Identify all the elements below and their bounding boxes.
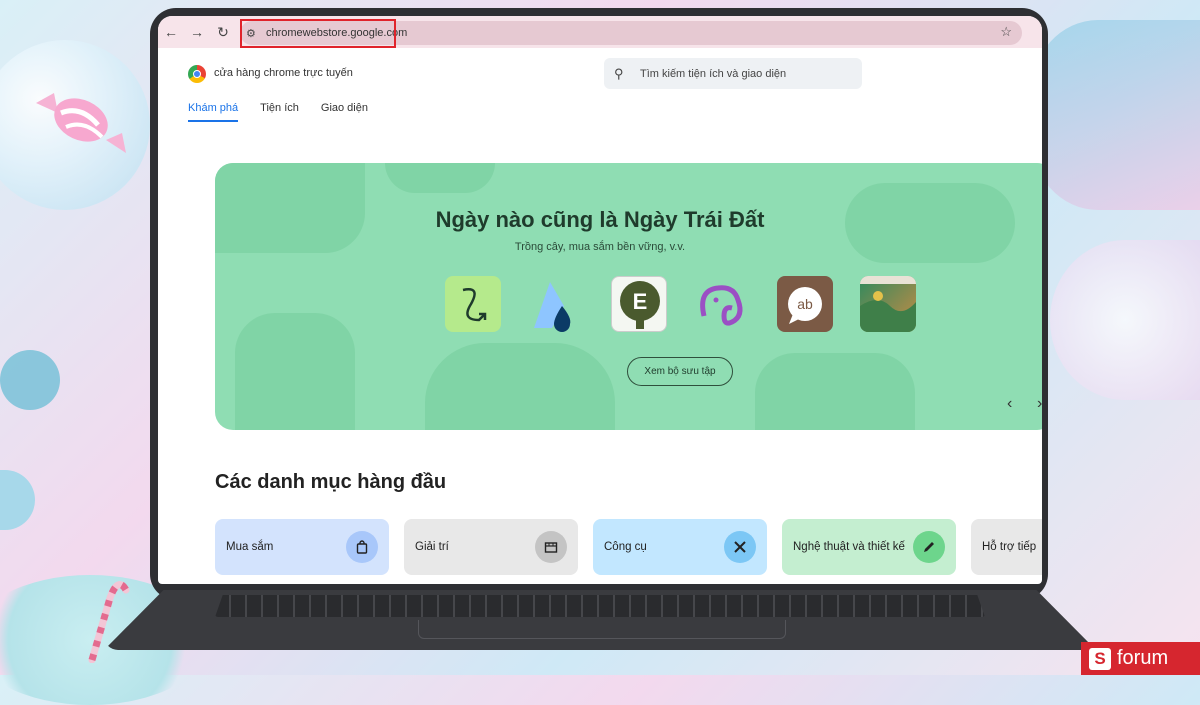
elephant-app-icon[interactable] bbox=[694, 276, 750, 332]
browser-screen: ← → ↻ ⚙ chromewebstore.google.com ☆ cửa … bbox=[158, 16, 1042, 584]
forward-icon[interactable]: → bbox=[184, 24, 210, 40]
tab-extensions[interactable]: Tiện ích bbox=[260, 102, 299, 122]
puzzle-shape bbox=[755, 353, 915, 430]
category-label: Mua sắm bbox=[226, 541, 274, 553]
nature-photo-app-icon[interactable] bbox=[860, 276, 916, 332]
search-placeholder: Tìm kiếm tiện ích và giao diện bbox=[640, 67, 787, 80]
film-icon bbox=[535, 531, 567, 563]
view-collection-button[interactable]: Xem bộ sưu tập bbox=[627, 357, 733, 386]
back-icon[interactable]: ← bbox=[158, 24, 184, 40]
tree-e-letter: E bbox=[633, 289, 648, 314]
sforum-watermark: S forum bbox=[1081, 642, 1200, 675]
tab-themes[interactable]: Giao diện bbox=[321, 102, 368, 122]
categories-heading: Các danh mục hàng đầu bbox=[215, 471, 447, 493]
shopping-bag-icon bbox=[346, 531, 378, 563]
tree-e-app-icon[interactable]: E bbox=[611, 276, 667, 332]
chrome-web-store-logo[interactable] bbox=[188, 65, 206, 83]
ab-speech-app-icon[interactable]: ab bbox=[777, 276, 833, 332]
puzzle-shape bbox=[425, 343, 615, 430]
swirl-arrow-app-icon[interactable] bbox=[445, 276, 501, 332]
laptop-trackpad bbox=[418, 620, 786, 639]
pencil-icon bbox=[913, 531, 945, 563]
category-art-design[interactable]: Nghệ thuật và thiết kế bbox=[782, 519, 956, 575]
tools-icon bbox=[724, 531, 756, 563]
sforum-logo-letter: S bbox=[1089, 647, 1111, 670]
search-icon: ⚲ bbox=[614, 65, 624, 81]
puzzle-shape bbox=[385, 163, 495, 193]
category-tools[interactable]: Công cụ bbox=[593, 519, 767, 575]
background-lollipop bbox=[0, 350, 60, 410]
candy-decoration bbox=[36, 93, 126, 153]
water-drop-app-icon[interactable] bbox=[528, 276, 584, 332]
category-label: Nghệ thuật và thiết kế bbox=[793, 541, 905, 553]
featured-banner: Ngày nào cũng là Ngày Trái Đất Trồng cây… bbox=[215, 163, 1042, 430]
banner-title: Ngày nào cũng là Ngày Trái Đất bbox=[435, 207, 765, 232]
category-label: Hỗ trợ tiếp bbox=[982, 541, 1037, 553]
chevron-right-icon[interactable]: › bbox=[1037, 395, 1042, 413]
category-shopping[interactable]: Mua sắm bbox=[215, 519, 389, 575]
category-accessibility[interactable]: Hỗ trợ tiếp bbox=[971, 519, 1042, 575]
laptop-keyboard bbox=[215, 595, 985, 617]
bookmark-star-icon[interactable]: ☆ bbox=[1000, 24, 1012, 40]
ab-letters: ab bbox=[797, 296, 813, 312]
category-entertainment[interactable]: Giải trí bbox=[404, 519, 578, 575]
search-input[interactable]: ⚲ Tìm kiếm tiện ích và giao diện bbox=[604, 58, 862, 89]
tab-discover[interactable]: Khám phá bbox=[188, 102, 239, 122]
banner-subtitle: Trồng cây, mua sắm bền vững, v.v. bbox=[514, 241, 686, 253]
category-label: Giải trí bbox=[415, 541, 449, 553]
chevron-left-icon[interactable]: ‹ bbox=[1007, 395, 1012, 413]
featured-apps: E ab bbox=[445, 276, 916, 332]
sforum-logo-text: forum bbox=[1117, 647, 1169, 669]
url-highlight-box bbox=[240, 19, 396, 48]
background-lollipop-2 bbox=[0, 470, 35, 530]
store-name[interactable]: cửa hàng chrome trực tuyến bbox=[214, 67, 353, 79]
background-cloud-right bbox=[1050, 240, 1200, 400]
category-label: Công cụ bbox=[604, 541, 647, 553]
puzzle-shape bbox=[235, 313, 355, 430]
nav-tabs: Khám phá Tiện ích Giao diện bbox=[188, 102, 368, 122]
background-balloon bbox=[1030, 20, 1200, 210]
reload-icon[interactable]: ↻ bbox=[210, 24, 236, 41]
